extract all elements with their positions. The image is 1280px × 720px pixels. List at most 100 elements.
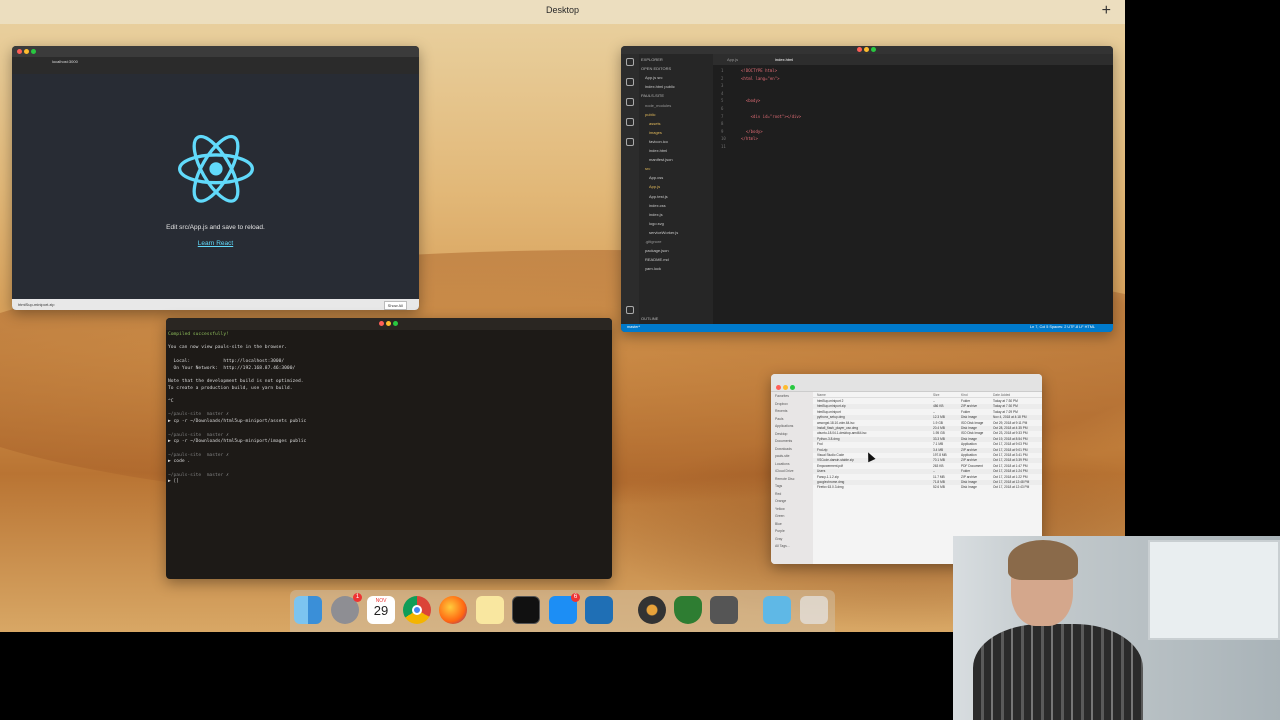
debug-icon[interactable] [626, 118, 634, 126]
close-icon[interactable] [856, 47, 862, 52]
code-line[interactable]: <body> [741, 98, 760, 103]
browser-tab-strip[interactable] [12, 46, 419, 57]
url-text[interactable]: localhost:3000 [52, 59, 78, 64]
sidebar-item[interactable]: serviceWorker.js [649, 230, 678, 235]
close-icon[interactable] [17, 49, 22, 54]
finder-sidebar-item[interactable]: Remote Disc [775, 477, 794, 481]
sidebar-item[interactable]: App.js src [645, 75, 663, 80]
sidebar-item[interactable]: src [645, 166, 650, 171]
finder-icon[interactable] [294, 596, 322, 624]
sidebar-item[interactable]: index.css [649, 203, 666, 208]
file-row[interactable]: VSCode-darwin-stable.zip 70.1 MB ZIP archi… [813, 458, 1042, 464]
source-control-icon[interactable] [626, 98, 634, 106]
window-controls[interactable] [621, 47, 1113, 53]
column-kind[interactable]: Kind [961, 393, 968, 397]
finder-sidebar-item[interactable]: All Tags... [775, 544, 790, 548]
file-row[interactable]: Python-3.8.dmg 33.3 MB Disk Image Oct 19, 2… [813, 436, 1042, 442]
finder-sidebar-item[interactable]: Green [775, 514, 784, 518]
notes-icon[interactable] [476, 596, 504, 624]
file-row[interactable]: Fnd.zip 3.4 MB ZIP archive Oct 17, 2018 at … [813, 447, 1042, 453]
sidebar-item[interactable]: logo.svg [649, 221, 664, 226]
finder-sidebar-item[interactable]: Blue [775, 522, 782, 526]
code-line[interactable]: </html> [741, 136, 758, 141]
trash-icon[interactable] [800, 596, 828, 624]
column-name[interactable]: Name [817, 393, 826, 397]
sidebar-item[interactable]: public [645, 112, 655, 117]
column-size[interactable]: Size [933, 393, 939, 397]
sidebar-item[interactable]: index.html [649, 148, 667, 153]
maximize-icon[interactable] [790, 385, 795, 390]
vpn-icon[interactable] [674, 596, 702, 624]
vscode-window[interactable]: EXPLORER OPEN EDITORS App.js src index.html… [621, 46, 1113, 332]
calculator-icon[interactable] [710, 596, 738, 624]
close-icon[interactable] [776, 385, 781, 390]
explorer-icon[interactable] [626, 58, 634, 66]
sidebar-item[interactable]: OPEN EDITORS [641, 66, 671, 71]
sidebar-item[interactable]: OUTLINE [641, 316, 658, 321]
maximize-icon[interactable] [31, 49, 36, 54]
tab-index-html[interactable]: index.html [775, 57, 793, 62]
sidebar-item[interactable]: App.css [649, 175, 663, 180]
show-all-button[interactable]: Show All [383, 301, 407, 310]
chrome-icon[interactable] [403, 596, 431, 624]
finder-sidebar-item[interactable]: Red [775, 492, 781, 496]
minimize-icon[interactable] [783, 385, 788, 390]
sidebar-item[interactable]: App.test.js [649, 194, 668, 199]
add-desktop-button[interactable]: + [1102, 2, 1111, 20]
finder-sidebar-item[interactable]: Favorites [775, 394, 789, 398]
code-line[interactable]: <!DOCTYPE html> [741, 68, 777, 73]
minimize-icon[interactable] [385, 321, 391, 326]
finder-sidebar-item[interactable]: Tags [775, 484, 782, 488]
sidebar-item[interactable]: images [649, 130, 662, 135]
window-controls[interactable] [17, 49, 38, 55]
sidebar-item[interactable]: PAULS-SITE [641, 93, 664, 98]
maximize-icon[interactable] [392, 321, 398, 326]
vscode-icon[interactable] [585, 596, 613, 624]
finder-sidebar-item[interactable]: Orange [775, 499, 786, 503]
finder-sidebar-item[interactable]: Documents [775, 439, 792, 443]
window-controls[interactable] [166, 321, 612, 327]
close-icon[interactable] [378, 321, 384, 326]
finder-sidebar-item[interactable]: Recents [775, 409, 787, 413]
file-row[interactable]: ubuntu-18.04.1-desktop-amd64.iso 1.95 GB I… [813, 431, 1042, 436]
code-editor[interactable]: App.js index.html 1 <!DOCTYPE html> 2 <html… [713, 54, 1113, 324]
column-date-added[interactable]: Date Added [993, 393, 1010, 397]
file-row[interactable]: Visual Studio Code 197.8 MB Application Oct… [813, 453, 1042, 458]
file-row[interactable]: pythonx_setup.dmg 12.3 MB Disk Image Nov 4,… [813, 415, 1042, 421]
browser-window[interactable]: localhost:3000 Edit src/App.js and save … [12, 46, 419, 310]
cursor-position-status[interactable]: Ln 7, Col 5 Spaces: 2 UTF-8 LF HTML [1030, 325, 1095, 329]
settings-gear-icon[interactable] [626, 306, 634, 314]
extensions-icon[interactable] [626, 138, 634, 146]
sidebar-item[interactable]: EXPLORER [641, 57, 663, 62]
code-line[interactable]: </body> [741, 129, 763, 134]
sidebar-item[interactable]: yarn.lock [645, 266, 661, 271]
git-branch-status[interactable]: master* [627, 325, 640, 329]
terminal-icon[interactable] [512, 596, 540, 624]
file-row[interactable]: Firefox 63.0.3.dmg 52.6 MB Disk Image Oct 1… [813, 485, 1042, 490]
finder-sidebar-item[interactable]: Applications [775, 424, 793, 428]
file-row[interactable]: amongst.18.10.vdm.64.iso 1.9 GB ISO Disk I… [813, 421, 1042, 426]
sidebar-item[interactable]: README.md [645, 257, 669, 262]
finder-sidebar-item[interactable]: Yellow [775, 507, 785, 511]
finder-sidebar-item[interactable]: Dropbox [775, 402, 788, 406]
sidebar-item[interactable]: node_modules [645, 103, 671, 108]
finder-sidebar-item[interactable]: Pauls [775, 417, 783, 421]
file-row[interactable]: html5up-miniport.zip 486 KB ZIP archive Tod… [813, 404, 1042, 410]
learn-react-link[interactable]: Learn React [12, 240, 419, 247]
folder-icon[interactable] [763, 596, 791, 624]
file-row[interactable]: Users -- Folder Oct 17, 2018 at 1:24 PM [813, 469, 1042, 475]
file-row[interactable]: Fancy-1.1.2.zip 11.7 MB ZIP archive Oct 17,… [813, 475, 1042, 480]
file-row[interactable]: Fnd 7.1 MB Application Oct 17, 2018 at 9:03… [813, 442, 1042, 447]
search-icon[interactable] [626, 78, 634, 86]
calendar-icon[interactable]: NOV 29 [367, 596, 395, 624]
minimize-icon[interactable] [863, 47, 869, 52]
sidebar-item[interactable]: manifest.json [649, 157, 673, 162]
sidebar-item[interactable]: App.js [649, 184, 660, 189]
code-line[interactable]: <div id="root"></div> [741, 114, 802, 119]
sidebar-item[interactable]: assets [649, 121, 661, 126]
finder-sidebar-item[interactable]: Gray [775, 537, 782, 541]
file-row[interactable]: googlechrome.dmg 71.8 MB Disk Image Oct 17,… [813, 480, 1042, 485]
finder-sidebar-item[interactable]: Desktop [775, 432, 787, 436]
tab-app-js[interactable]: App.js [727, 57, 738, 62]
file-row[interactable]: Empowerment.pdf 263 KB PDF Document Oct 17,… [813, 464, 1042, 469]
